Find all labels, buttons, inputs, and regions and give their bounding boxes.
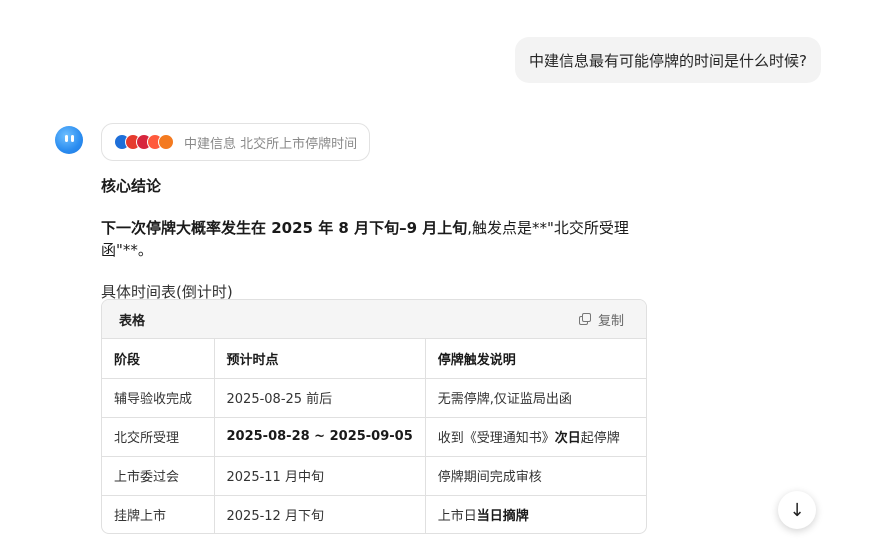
table-header-bar: 表格 复制 [102, 300, 646, 339]
cell-stage: 挂牌上市 [102, 495, 215, 533]
column-header-stage: 阶段 [102, 339, 215, 379]
copy-button[interactable]: 复制 [578, 310, 624, 329]
table-row: 上市委过会 2025-11 月中旬 停牌期间完成审核 [102, 456, 646, 496]
user-message-text: 中建信息最有可能停牌的时间是什么时候? [529, 51, 807, 70]
cell-stage: 辅导验收完成 [102, 378, 215, 418]
search-query-text: 中建信息 北交所上市停牌时间 [184, 136, 358, 152]
table-row: 辅导验收完成 2025-08-25 前后 无需停牌,仅证监局出函 [102, 378, 646, 418]
schedule-table-card: 表格 复制 阶段 预计时点 停牌触发说明 辅导验收完成 2025-08-25 前… [101, 299, 647, 534]
table-row: 北交所受理 2025-08-28 ~ 2025-09-05 收到《受理通知书》次… [102, 417, 646, 457]
cell-time: 2025-11 月中旬 [214, 456, 426, 496]
table-header-row: 阶段 预计时点 停牌触发说明 [102, 339, 646, 379]
assistant-avatar [55, 126, 83, 154]
cell-time: 2025-08-25 前后 [214, 378, 426, 418]
copy-label: 复制 [597, 313, 624, 329]
avatar-eye-left [65, 135, 68, 142]
column-header-time: 预计时点 [214, 339, 426, 379]
schedule-table: 阶段 预计时点 停牌触发说明 辅导验收完成 2025-08-25 前后 无需停牌… [102, 339, 646, 533]
conclusion-bold: 下一次停牌大概率发生在 2025 年 8 月下旬–9 月上旬 [101, 219, 468, 237]
search-sources-chip[interactable]: 中建信息 北交所上市停牌时间 [101, 123, 371, 161]
assistant-answer: 核心结论 下一次停牌大概率发生在 2025 年 8 月下旬–9 月上旬,触发点是… [101, 175, 661, 303]
user-message-bubble: 中建信息最有可能停牌的时间是什么时候? [515, 37, 821, 83]
answer-conclusion: 下一次停牌大概率发生在 2025 年 8 月下旬–9 月上旬,触发点是**"北交… [101, 217, 661, 261]
chat-page: 中建信息最有可能停牌的时间是什么时候? 中建信息 北交所上市停牌时间 核心结论 … [0, 0, 871, 547]
cell-stage: 上市委过会 [102, 456, 215, 496]
arrow-down-icon: ↓ [789, 499, 805, 521]
source-favicons [114, 134, 174, 150]
source-icon-5 [158, 134, 174, 150]
copy-icon [578, 312, 592, 326]
column-header-note: 停牌触发说明 [425, 339, 646, 379]
answer-heading: 核心结论 [101, 177, 162, 195]
table-title: 表格 [119, 313, 146, 329]
cell-note: 收到《受理通知书》次日起停牌 [425, 417, 646, 457]
table-row: 挂牌上市 2025-12 月下旬 上市日当日摘牌 [102, 495, 646, 533]
scroll-to-bottom-button[interactable]: ↓ [778, 491, 816, 529]
cell-note: 上市日当日摘牌 [437, 509, 529, 525]
cell-stage: 北交所受理 [102, 417, 215, 457]
cell-note: 停牌期间完成审核 [425, 456, 646, 496]
avatar-eye-right [71, 135, 74, 142]
cell-time: 2025-08-28 ~ 2025-09-05 [214, 417, 426, 457]
cell-note: 无需停牌,仅证监局出函 [425, 378, 646, 418]
cell-time: 2025-12 月下旬 [214, 495, 426, 533]
